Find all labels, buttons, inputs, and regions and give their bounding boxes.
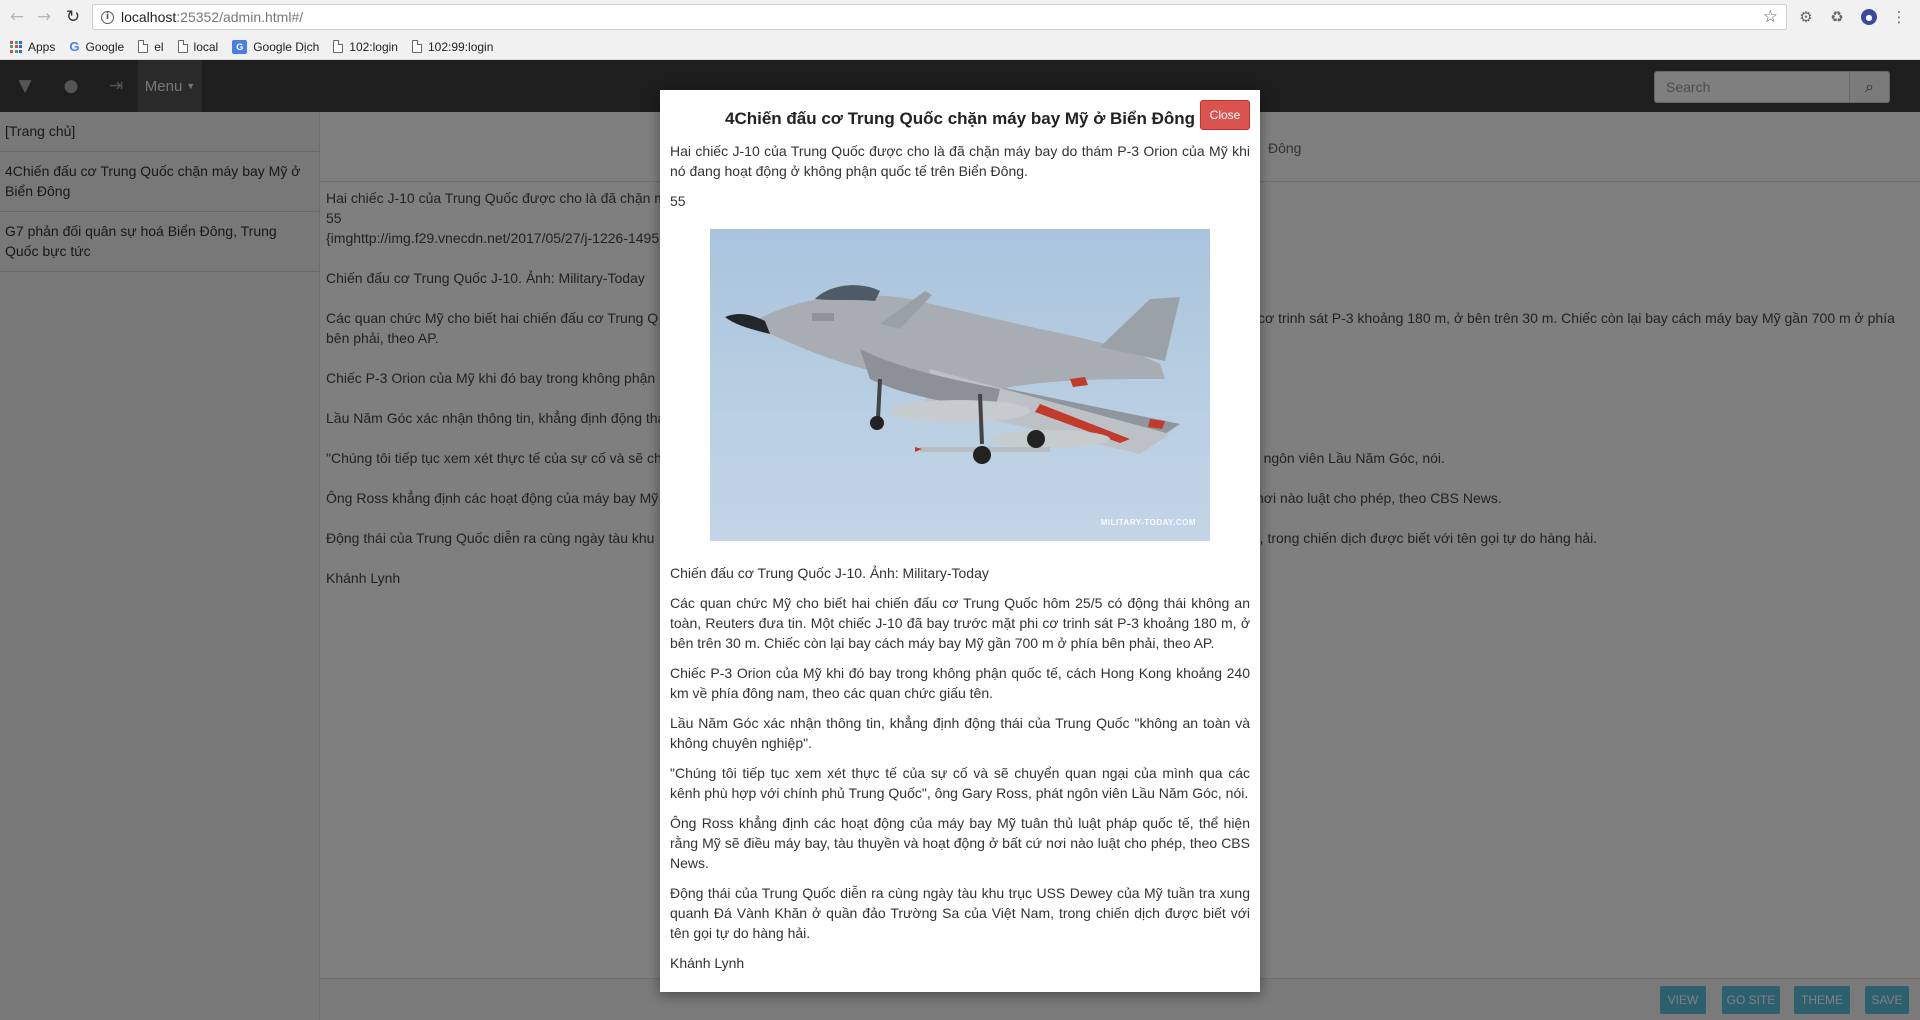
page-icon [138, 40, 149, 53]
kebab-menu-icon[interactable]: ⋮ [1888, 6, 1910, 28]
article-paragraph: "Chúng tôi tiếp tục xem xét thực tế của … [670, 765, 1250, 801]
bookmark-local[interactable]: local [177, 39, 219, 54]
info-icon[interactable]: i [101, 10, 114, 24]
bookmark-102-99-login[interactable]: 102:99:login [411, 39, 494, 54]
bookmark-label: Google [85, 39, 125, 54]
extension-icon[interactable]: ⚙ [1795, 6, 1817, 28]
fighter-jet-illustration [725, 285, 1180, 464]
google-translate-icon: G [232, 39, 248, 54]
url-host: localhost [121, 9, 177, 25]
modal-body: Hai chiếc J-10 của Trung Quốc được cho l… [670, 141, 1250, 973]
recycle-extension-icon[interactable]: ♻ [1826, 6, 1848, 28]
bookmark-google[interactable]: G Google [69, 39, 124, 54]
address-bar[interactable]: i localhost:25352/admin.html#/ ☆ [92, 4, 1787, 30]
article-paragraph: Ông Ross khẳng định các hoạt động của má… [670, 815, 1250, 871]
page-icon [177, 40, 188, 53]
close-button[interactable]: Close [1200, 100, 1250, 130]
bookmark-label: Apps [28, 39, 56, 54]
modal-title: 4Chiến đấu cơ Trung Quốc chặn máy bay Mỹ… [724, 109, 1196, 128]
browser-toolbar: ← → ↻ i localhost:25352/admin.html#/ ☆ ⚙… [0, 0, 1920, 34]
bookmark-el[interactable]: el [138, 39, 164, 54]
bookmark-label: el [154, 39, 164, 54]
back-arrow-icon[interactable]: ← [4, 4, 30, 30]
page-icon [333, 40, 344, 53]
bookmark-apps[interactable]: Apps [10, 40, 55, 54]
bookmark-google-translate[interactable]: G Google Dịch [232, 39, 320, 54]
bookmarks-bar: Apps G Google el local G Google Dịch 102… [0, 34, 1920, 60]
reload-icon[interactable]: ↻ [60, 4, 86, 30]
page-icon [411, 40, 422, 53]
bookmark-label: 102:login [349, 39, 398, 54]
article-author: Khánh Lynh [670, 955, 745, 971]
url-path: :25352/admin.html#/ [176, 9, 304, 25]
article-intro: Hai chiếc J-10 của Trung Quốc được cho l… [670, 143, 1250, 179]
article-paragraph: Lầu Năm Góc xác nhận thông tin, khẳng đị… [670, 715, 1250, 751]
forward-arrow-icon[interactable]: → [31, 4, 57, 30]
bookmark-102-login[interactable]: 102:login [333, 40, 398, 54]
bookmark-star-icon[interactable]: ☆ [1763, 7, 1778, 27]
image-watermark: MILITARY-TODAY.COM [1100, 518, 1196, 527]
image-caption: Chiến đấu cơ Trung Quốc J-10. Ảnh: Milit… [670, 565, 989, 581]
profile-icon[interactable]: ● [1858, 6, 1880, 28]
bookmark-label: Google Dịch [253, 39, 320, 54]
google-icon: G [69, 39, 80, 54]
bookmark-label: local [193, 39, 219, 54]
article-paragraph: Động thái của Trung Quốc diễn ra cùng ng… [670, 885, 1250, 941]
bookmark-label: 102:99:login [427, 39, 494, 54]
article-number: 55 [670, 193, 686, 209]
apps-grid-icon [10, 40, 22, 53]
fighter-jet-image: MILITARY-TODAY.COM [710, 229, 1210, 541]
article-paragraph: Chiếc P-3 Orion của Mỹ khi đó bay trong … [670, 665, 1250, 701]
article-preview-modal: 4Chiến đấu cơ Trung Quốc chặn máy bay Mỹ… [660, 90, 1260, 992]
article-paragraph: Các quan chức Mỹ cho biết hai chiến đấu … [670, 595, 1250, 651]
